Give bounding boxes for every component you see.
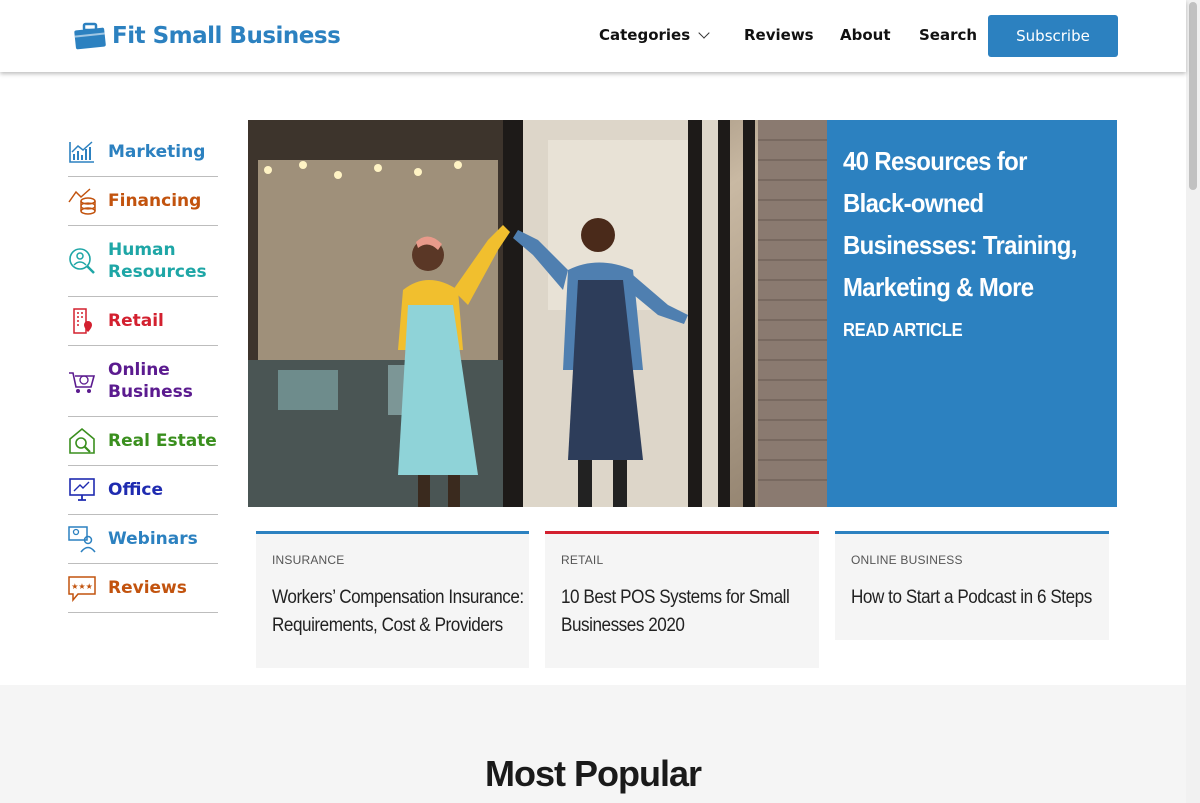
- sidebar-item-label: Real Estate: [108, 431, 217, 451]
- sidebar-item-label: Retail: [108, 311, 164, 331]
- svg-text:★★★: ★★★: [71, 582, 93, 591]
- nav-search[interactable]: Search: [919, 26, 977, 44]
- person-search-icon: [69, 248, 95, 274]
- sidebar-item-label: Marketing: [108, 142, 206, 162]
- category-sidebar: Marketing Financing Human Resources Reta…: [68, 128, 218, 613]
- building-pin-icon: [73, 308, 92, 334]
- article-card-online-business[interactable]: ONLINE BUSINESS How to Start a Podcast i…: [835, 531, 1109, 640]
- chevron-down-icon: [698, 27, 710, 39]
- sidebar-item-online-business[interactable]: Online Business: [68, 346, 218, 417]
- video-meeting-icon: [68, 526, 96, 553]
- subscribe-button[interactable]: Subscribe: [988, 15, 1118, 57]
- sidebar-item-webinars[interactable]: Webinars: [68, 515, 218, 564]
- most-popular-section: Most Popular: [0, 685, 1186, 803]
- star-rating-icon: ★★★: [68, 576, 96, 602]
- house-search-icon: [69, 427, 95, 454]
- hero-title[interactable]: 40 Resources for Black-owned Businesses:…: [843, 140, 1084, 308]
- card-category-tag[interactable]: ONLINE BUSINESS: [851, 553, 963, 567]
- sidebar-item-retail[interactable]: Retail: [68, 297, 218, 346]
- card-title[interactable]: Workers’ Compensation Insurance: Require…: [272, 584, 533, 640]
- sidebar-item-label: Financing: [108, 191, 202, 211]
- sidebar-item-label: Reviews: [108, 578, 187, 598]
- card-category-tag[interactable]: RETAIL: [561, 553, 603, 567]
- sidebar-item-human-resources[interactable]: Human Resources: [68, 226, 218, 297]
- sidebar-item-marketing[interactable]: Marketing: [68, 128, 218, 177]
- sidebar-item-label: Online Business: [108, 360, 193, 402]
- monitor-icon: [69, 478, 95, 501]
- article-card-retail[interactable]: RETAIL 10 Best POS Systems for Small Bus…: [545, 531, 819, 668]
- sidebar-item-label: Human Resources: [108, 240, 207, 282]
- chart-icon: [69, 141, 94, 163]
- shopping-cart-icon: [69, 372, 96, 393]
- sidebar-item-financing[interactable]: Financing: [68, 177, 218, 226]
- sidebar-item-reviews[interactable]: ★★★ Reviews: [68, 564, 218, 613]
- page-scrollbar[interactable]: [1186, 0, 1200, 803]
- article-card-insurance[interactable]: INSURANCE Workers’ Compensation Insuranc…: [256, 531, 529, 668]
- site-logo[interactable]: Fit Small Business: [74, 22, 341, 50]
- coins-growth-icon: [68, 188, 96, 215]
- sidebar-item-label: Office: [108, 480, 164, 500]
- nav-categories-label: Categories: [599, 26, 691, 44]
- card-category-tag[interactable]: INSURANCE: [272, 553, 344, 567]
- nav-about[interactable]: About: [840, 26, 891, 44]
- sidebar-item-office[interactable]: Office: [68, 466, 218, 515]
- card-title[interactable]: How to Start a Podcast in 6 Steps: [851, 584, 1112, 612]
- logo-text: Fit Small Business: [112, 23, 341, 49]
- two-business-owners-high-five-photo: [248, 120, 827, 507]
- card-title[interactable]: 10 Best POS Systems for Small Businesses…: [561, 584, 822, 640]
- sidebar-item-real-estate[interactable]: Real Estate: [68, 417, 218, 466]
- nav-reviews[interactable]: Reviews: [744, 26, 814, 44]
- briefcase-icon: [74, 22, 106, 50]
- hero-text-panel[interactable]: 40 Resources for Black-owned Businesses:…: [827, 120, 1117, 507]
- nav-categories[interactable]: Categories: [599, 26, 710, 44]
- site-header: Fit Small Business Categories Reviews Ab…: [0, 0, 1186, 72]
- scrollbar-thumb[interactable]: [1189, 2, 1197, 190]
- read-article-link[interactable]: READ ARTICLE: [843, 320, 963, 341]
- sidebar-item-label: Webinars: [108, 529, 198, 549]
- featured-article[interactable]: 40 Resources for Black-owned Businesses:…: [248, 120, 1117, 507]
- section-title: Most Popular: [484, 753, 702, 794]
- hero-image[interactable]: [248, 120, 827, 507]
